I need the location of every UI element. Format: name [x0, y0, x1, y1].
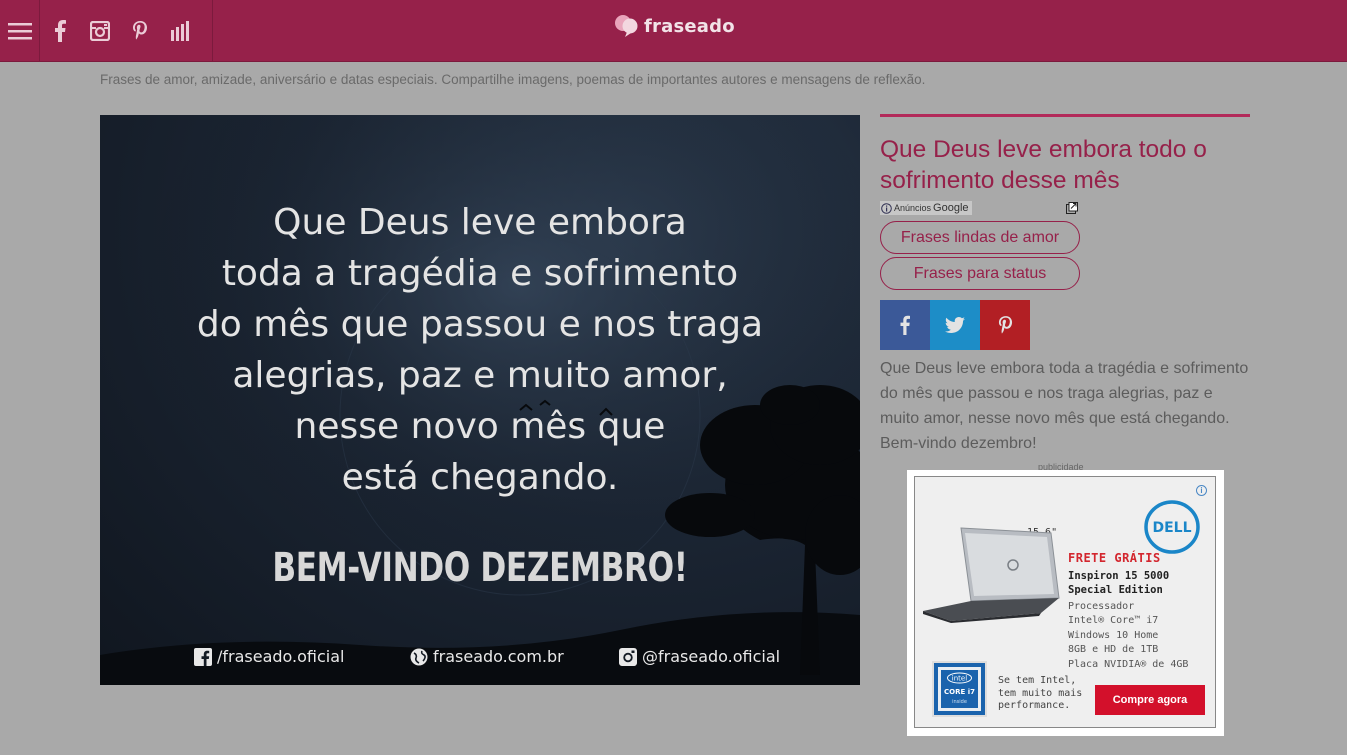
facebook-handle: /fraseado.oficial — [217, 647, 345, 666]
intel-badge-text: inside — [952, 699, 967, 705]
intel-badge-text: intel — [952, 675, 967, 683]
facebook-icon — [900, 315, 910, 335]
image-footer-facebook: /fraseado.oficial — [194, 647, 345, 666]
header-left-group — [0, 0, 213, 62]
quote-line: está chegando. — [341, 457, 619, 498]
intel-copy-line: tem muito mais — [998, 687, 1083, 699]
signal-bars-icon[interactable] — [160, 0, 200, 62]
logo-text: fraseado — [644, 15, 735, 37]
image-footer-instagram: @fraseado.oficial — [619, 647, 780, 666]
dell-logo-text: DELL — [1152, 520, 1191, 536]
quote-line: nesse novo mês que — [294, 406, 666, 447]
intel-core-i7-badge: intel CORE i7 inside — [932, 661, 987, 717]
facebook-icon[interactable] — [40, 0, 80, 62]
top-navigation-bar: fraseado — [0, 0, 1347, 62]
image-footer: /fraseado.oficial fraseado.com.br @frase… — [100, 647, 860, 671]
instagram-icon — [619, 647, 637, 666]
google-ads-label[interactable]: Anúncios Google — [880, 201, 972, 215]
ads-label-brand: Google — [933, 202, 969, 214]
spec-line: Processador — [1068, 601, 1135, 612]
image-footer-website: fraseado.com.br — [410, 647, 564, 666]
model-line: Inspiron 15 5000 — [1068, 570, 1170, 582]
instagram-icon[interactable] — [80, 0, 120, 62]
pinterest-icon — [998, 315, 1012, 333]
site-tagline: Frases de amor, amizade, aniversário e d… — [100, 72, 926, 87]
model-line: Special Edition — [1068, 584, 1163, 596]
website-url: fraseado.com.br — [433, 647, 564, 666]
spec-line: Windows 10 Home — [1068, 629, 1159, 641]
product-model: Inspiron 15 5000 Special Edition — [1068, 569, 1169, 597]
site-logo[interactable]: fraseado — [614, 14, 735, 38]
welcome-heading: BEM-VINDO DEZEMBRO! — [272, 545, 688, 591]
spec-line: Placa NVIDIA® de 4GB — [1068, 658, 1189, 670]
globe-icon — [410, 648, 428, 666]
link-frases-lindas-de-amor[interactable]: Frases lindas de amor — [880, 221, 1080, 254]
laptop-image — [923, 527, 1060, 623]
instagram-handle: @fraseado.oficial — [642, 647, 781, 666]
share-buttons — [880, 300, 1030, 350]
intel-badge-text: CORE i7 — [944, 688, 975, 696]
ad-creative[interactable]: i DELL 15,6" FRETE GRÁTIS Inspiron 15 50… — [914, 476, 1216, 728]
quote-description: Que Deus leve embora toda a tragédia e s… — [880, 360, 1249, 452]
quote-line: alegrias, paz e muito amor, — [232, 355, 728, 396]
sidebar: Que Deus leve embora todo o sofrimento d… — [880, 114, 1250, 452]
quote-text: Que Deus leve embora toda a tragédia e s… — [100, 197, 860, 503]
info-icon — [881, 202, 892, 214]
share-facebook-button[interactable] — [880, 300, 930, 350]
share-twitter-button[interactable] — [930, 300, 980, 350]
sidebar-divider — [880, 114, 1250, 117]
facebook-icon — [194, 647, 212, 666]
buy-now-button[interactable]: Compre agora — [1095, 685, 1205, 715]
page-title: Que Deus leve embora todo o sofrimento d… — [880, 136, 1207, 194]
twitter-icon — [945, 317, 965, 333]
dell-logo: DELL — [1144, 500, 1200, 554]
ad-info-icon[interactable]: i — [1196, 485, 1207, 496]
external-link-icon[interactable] — [1066, 202, 1078, 214]
spec-line: Intel® Core™ i7 — [1068, 615, 1159, 627]
quote-line: Que Deus leve embora — [273, 202, 687, 243]
share-pinterest-button[interactable] — [980, 300, 1030, 350]
ads-label-small: Anúncios — [894, 203, 932, 213]
intel-copy-line: performance. — [998, 700, 1071, 711]
speech-bubble-icon — [615, 15, 638, 37]
hamburger-icon[interactable] — [0, 0, 40, 62]
product-specs: Processador Intel® Core™ i7 Windows 10 H… — [1068, 600, 1188, 672]
quote-line: toda a tragédia e sofrimento — [221, 253, 739, 294]
intel-copy: Se tem Intel, tem muito mais performance… — [998, 675, 1082, 713]
spec-line: 8GB e HD de 1TB — [1068, 644, 1159, 656]
link-frases-para-status[interactable]: Frases para status — [880, 257, 1080, 290]
header-social-links — [40, 0, 213, 62]
intel-copy-line: Se tem Intel, — [998, 675, 1077, 686]
pinterest-icon[interactable] — [120, 0, 160, 62]
dell-advertisement[interactable]: i DELL 15,6" FRETE GRÁTIS Inspiron 15 50… — [907, 470, 1224, 736]
quote-line: do mês que passou e nos traga — [196, 304, 764, 345]
free-shipping-label: FRETE GRÁTIS — [1068, 551, 1161, 565]
quote-image[interactable]: Que Deus leve embora toda a tragédia e s… — [100, 115, 860, 685]
